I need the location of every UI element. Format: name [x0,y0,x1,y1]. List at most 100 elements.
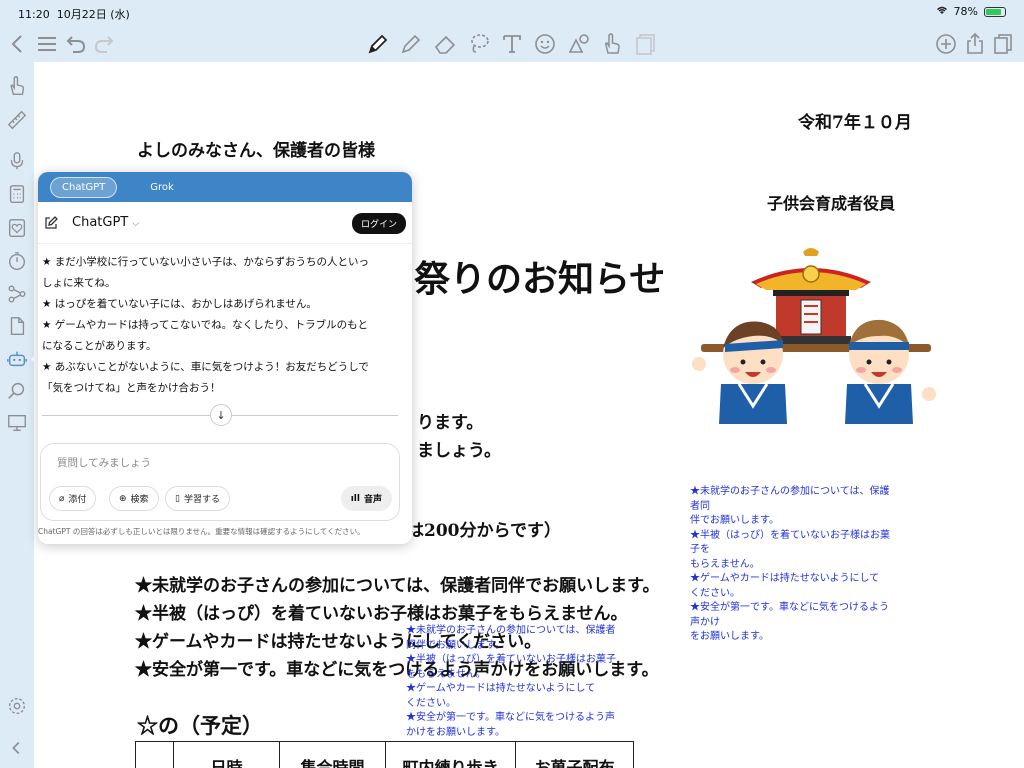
pencil-icon[interactable] [397,30,425,58]
login-button[interactable]: ログイン [351,213,406,234]
document-recipient: よしのみなさん、保護者の皆様 [137,141,375,161]
chat-response: ★ まだ小学校に行っていない小さい子は、かならずおうちの人といっ しょに来てね。… [42,252,402,399]
note-line: ★半被（はっぴ）を着ていないお子様はお菓子を [690,529,890,556]
study-label: 学習する [183,495,220,505]
back-icon[interactable] [4,30,32,58]
chat-message-line: 「気をつけてね」と声をかけ合おう！ [42,382,221,394]
chevron-down-icon: ⌵ [132,219,140,229]
calculator-icon[interactable] [3,180,31,208]
collapse-sidebar-icon[interactable] [3,734,31,762]
chatgpt-panel: ChatGPT Grok ChatGPT ⌵ ログイン ★ まだ小学校に行ってい… [38,172,412,544]
note-line: ください。 [406,697,456,709]
scroll-down-button[interactable]: ↓ [210,404,232,426]
bookmark-icon[interactable] [3,214,31,242]
new-chat-icon[interactable] [44,215,58,229]
table-header-cell [135,741,174,768]
chat-disclaimer: ChatGPT の回答は必ずしも正しいとは限りません。重要な情報は確認するように… [38,527,365,536]
note-line: ★安全が第一です。車などに気をつけるよう声 [406,712,615,723]
finger-draw-icon[interactable] [3,72,31,100]
eraser-icon[interactable] [431,30,459,58]
chat-message-line: ★ あぶないことがないように、車に気をつけよう！お友だちどうしで [42,361,369,373]
ruler-icon[interactable] [3,106,31,134]
mindmap-icon[interactable] [3,280,31,308]
note-line: をもらえません。 [406,668,486,680]
search-button[interactable]: ⊕ 検索 [109,486,159,511]
chat-input-box: ⌀添付 ⊕検索 ▯学習する ıll音声 [40,443,400,521]
redo-icon[interactable] [90,30,118,58]
chat-message-line: ★ はっぴを着ていない子には、おかしはあげられません。 [42,298,317,310]
shapes-icon[interactable] [565,30,593,58]
chat-header: ChatGPT ⌵ ログイン [38,202,412,244]
handwritten-notes-center: ★未就学のお子さんの参加については、保護者 同伴でお願いします。 ★半被（はっぴ… [406,624,626,740]
festival-mikoshi-illustration [692,248,936,424]
voice-button[interactable]: ıll 音声 [340,486,392,511]
sticker-icon[interactable] [531,30,559,58]
table-header-row: 日時 集合時間 町内練り歩き お菓子配布 [135,741,634,768]
note-line: をお願いします。 [690,631,769,642]
globe-icon: ⊕ [119,493,127,504]
undo-icon[interactable] [62,30,90,58]
arrow-down-icon: ↓ [216,408,226,422]
note-line: ください。 [690,587,740,599]
table-header-cell: 日時 [173,741,280,768]
panel-pointer [31,352,38,366]
document-body-line-1: ります。 [417,413,484,433]
chat-provider-tabs: ChatGPT Grok [38,172,412,202]
schedule-heading: ☆の（予定） [137,713,263,738]
tab-grok[interactable]: Grok [139,178,185,197]
image-icon[interactable] [632,30,660,58]
ai-assistant-icon[interactable] [3,345,31,373]
note-line: ★未就学のお子さんの参加については、保護者同 [690,486,890,512]
pen-icon[interactable] [364,30,392,58]
left-sidebar [0,62,34,768]
status-bar: 11:20 10月22日 (水) 78% [0,0,1024,24]
book-icon: ▯ [175,493,180,504]
chat-message-line: しょに来てね。 [42,277,116,289]
document-rule-1: ★未就学のお子さんの参加については、保護者同伴でお願いします。 [135,576,660,596]
document-icon[interactable] [3,312,31,340]
lasso-icon[interactable] [465,30,493,58]
note-line: ★安全が第一です。車などに気をつけるよう声かけ [690,602,889,628]
chat-input[interactable] [57,457,377,469]
note-line: ★半被（はっぴ）を着ていないお子様はお菓子 [406,654,616,665]
handwritten-notes-right: ★未就学のお子さんの参加については、保護者同 伴でお願いします。 ★半被（はっぴ… [690,485,890,645]
chat-message-line: になることがあります。 [42,340,157,352]
pages-icon[interactable] [989,30,1017,58]
toolbar [0,26,1024,62]
menu-icon[interactable] [33,30,61,58]
note-line: 伴でお願いします。 [690,515,779,526]
battery-icon [984,6,1006,17]
battery-percent: 78% [953,5,978,18]
note-line: ★ゲームやカードは持たせないようにして [690,573,880,584]
note-line: かけをお願いします。 [406,726,505,738]
paperclip-icon: ⌀ [59,493,65,504]
tab-chatgpt[interactable]: ChatGPT [50,176,118,198]
note-line: ★未就学のお子さんの参加については、保護者 [406,625,616,636]
chat-message-line: ★ ゲームやカードは持ってこないでね。なくしたり、トラブルのもと [42,319,368,331]
search-label: 検索 [130,495,149,505]
document-title: 祭りのお知らせ [414,258,666,300]
microphone-icon[interactable] [3,147,31,175]
timer-icon[interactable] [3,247,31,275]
add-page-icon[interactable] [932,30,960,58]
settings-gear-icon[interactable] [3,692,31,720]
study-button[interactable]: ▯ 学習する [165,486,230,511]
search-icon[interactable] [3,377,31,405]
status-right: 78% [936,5,1006,18]
document-body-line-3: は200分からです） [407,521,561,541]
document-sender: 子供会育成者役員 [767,194,896,213]
hand-icon[interactable] [598,30,626,58]
presentation-icon[interactable] [3,409,31,437]
table-header-cell: 集合時間 [279,741,386,768]
note-line: ★ゲームやカードは持たせないようにして [406,683,596,694]
model-selector[interactable]: ChatGPT ⌵ [72,215,139,230]
status-time: 11:20 10月22日 (水) [18,8,130,21]
document-date: 令和7年１０月 [798,113,912,133]
document-body-line-2: ましょう。 [417,441,501,461]
text-icon[interactable] [498,30,526,58]
attach-button[interactable]: ⌀ 添付 [49,486,97,511]
document-rule-2: ★半被（はっぴ）を着ていないお子様はお菓子をもらえません。 [135,604,628,624]
share-icon[interactable] [961,30,989,58]
wifi-icon [936,5,948,18]
waveform-icon: ıll [350,493,360,504]
